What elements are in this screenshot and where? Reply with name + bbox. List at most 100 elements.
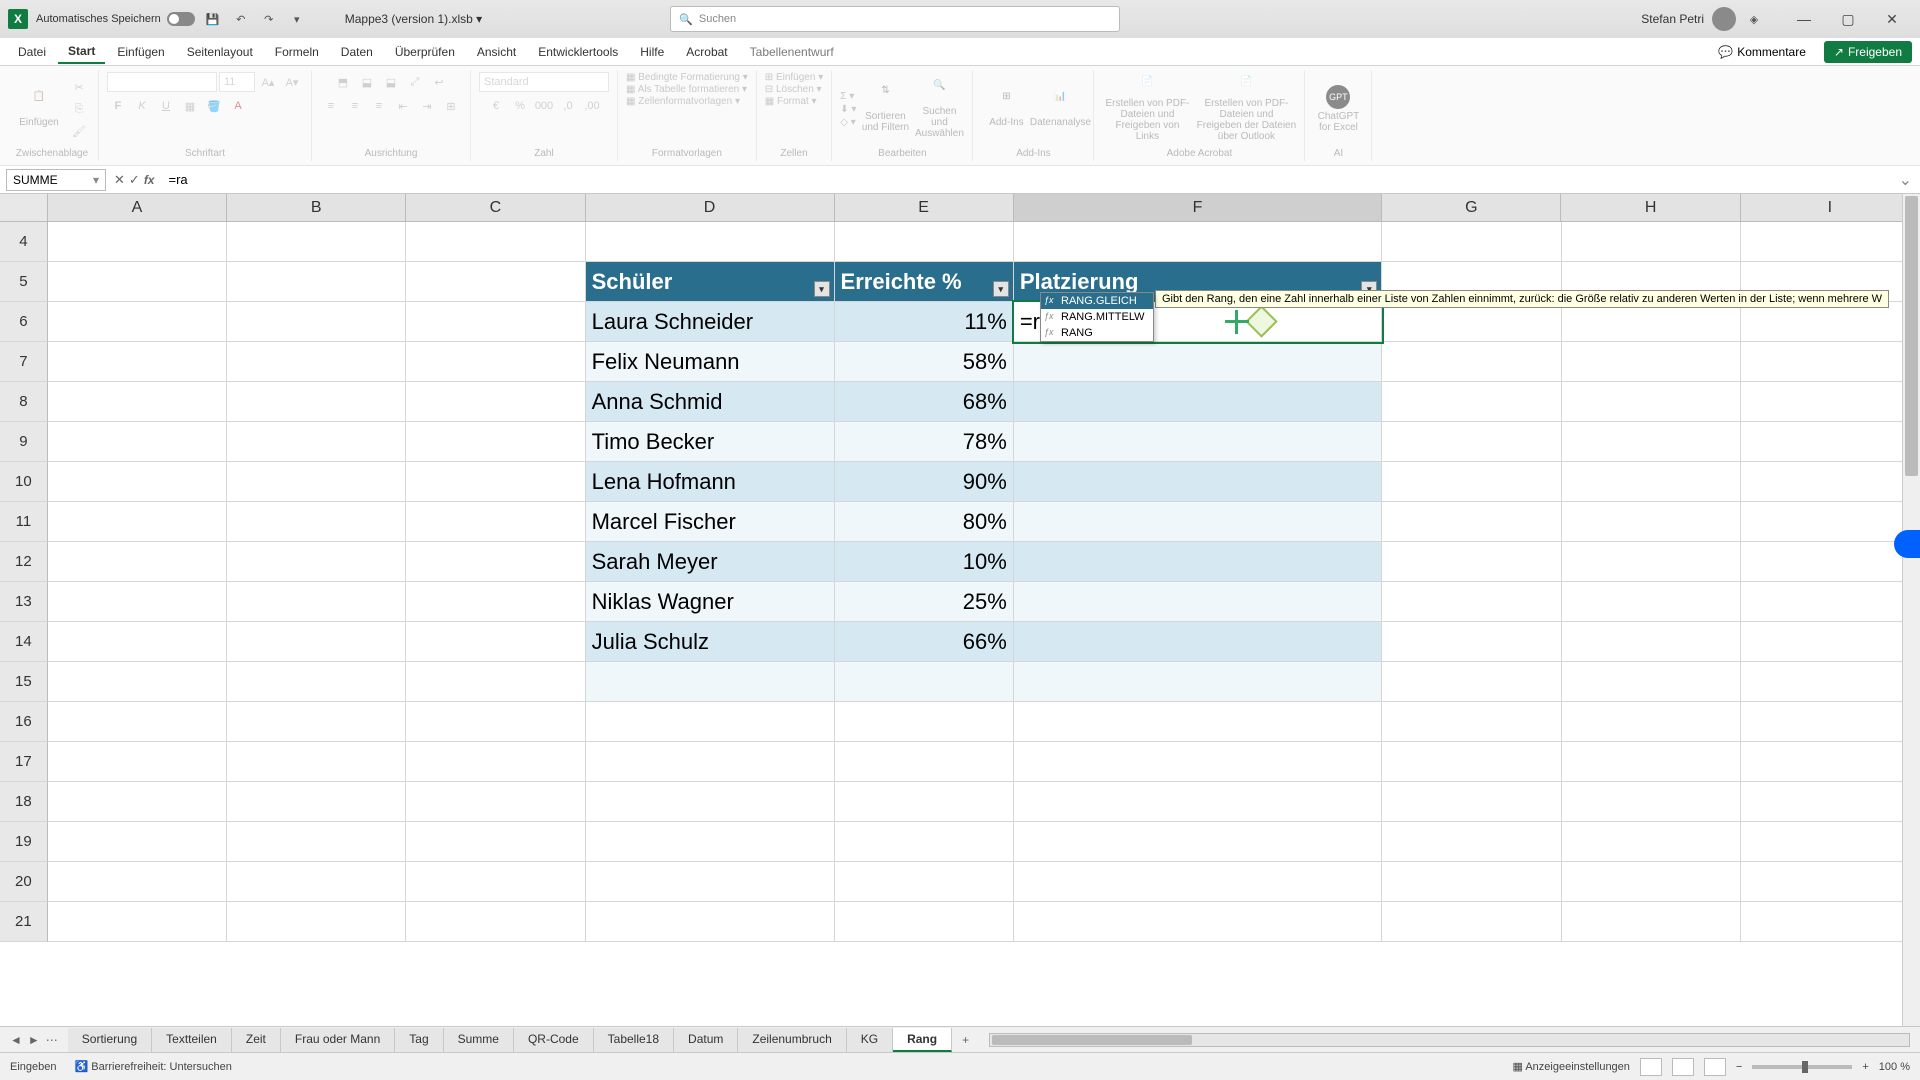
insert-cells-button[interactable]: ⊞ Einfügen ▾ — [765, 72, 823, 83]
sheet-tab[interactable]: KG — [847, 1028, 893, 1052]
display-settings-button[interactable]: ▦ Anzeigeeinstellungen — [1512, 1060, 1629, 1073]
cell-C20[interactable] — [406, 862, 585, 902]
cell-I20[interactable] — [1741, 862, 1920, 902]
row-header[interactable]: 11 — [0, 502, 48, 542]
bold-icon[interactable]: F — [107, 96, 129, 116]
formula-expand-icon[interactable]: ⌄ — [1891, 170, 1920, 190]
underline-icon[interactable]: U — [155, 96, 177, 116]
vertical-scrollbar[interactable] — [1902, 194, 1920, 1026]
indent-inc-icon[interactable]: ⇥ — [416, 96, 438, 116]
thousands-icon[interactable]: 000 — [533, 96, 555, 116]
cell-I10[interactable] — [1741, 462, 1920, 502]
cell-E20[interactable] — [835, 862, 1014, 902]
cell-A5[interactable] — [48, 262, 227, 302]
cell-C15[interactable] — [406, 662, 585, 702]
cancel-formula-icon[interactable]: ✕ — [114, 172, 125, 188]
cell-E19[interactable] — [835, 822, 1014, 862]
conditional-format-button[interactable]: ▦ Bedingte Formatierung ▾ — [626, 72, 748, 83]
cell-I4[interactable] — [1741, 222, 1920, 262]
col-header-H[interactable]: H — [1561, 194, 1740, 221]
fx-icon[interactable]: fx — [144, 173, 155, 187]
cell-B13[interactable] — [227, 582, 406, 622]
orientation-icon[interactable]: ⤢ — [404, 72, 426, 92]
copy-icon[interactable]: ⎘ — [68, 99, 90, 119]
cell-I17[interactable] — [1741, 742, 1920, 782]
cell-D18[interactable] — [586, 782, 835, 822]
cell-G6[interactable] — [1382, 302, 1561, 342]
cell-B12[interactable] — [227, 542, 406, 582]
delete-cells-button[interactable]: ⊟ Löschen ▾ — [765, 84, 822, 95]
tab-ansicht[interactable]: Ansicht — [467, 41, 526, 63]
sheet-tab[interactable]: Textteilen — [152, 1028, 232, 1052]
cell-C14[interactable] — [406, 622, 585, 662]
indent-dec-icon[interactable]: ⇤ — [392, 96, 414, 116]
cell-E9[interactable]: 78% — [835, 422, 1014, 462]
cell-D7[interactable]: Felix Neumann — [586, 342, 835, 382]
cell-A15[interactable] — [48, 662, 227, 702]
view-normal-icon[interactable] — [1640, 1058, 1662, 1076]
cell-E8[interactable]: 68% — [835, 382, 1014, 422]
cell-B16[interactable] — [227, 702, 406, 742]
font-name-input[interactable] — [107, 72, 217, 92]
cell-G20[interactable] — [1382, 862, 1561, 902]
align-right-icon[interactable]: ≡ — [368, 96, 390, 116]
cell-H18[interactable] — [1562, 782, 1741, 822]
clear-icon[interactable]: ◇ ▾ — [840, 117, 856, 128]
horizontal-scrollbar[interactable] — [989, 1033, 1910, 1047]
cell-G19[interactable] — [1382, 822, 1561, 862]
cut-icon[interactable]: ✂ — [68, 77, 90, 97]
qat-dropdown-icon[interactable]: ▾ — [287, 9, 307, 29]
row-header[interactable]: 10 — [0, 462, 48, 502]
cell-B7[interactable] — [227, 342, 406, 382]
cell-B17[interactable] — [227, 742, 406, 782]
view-break-icon[interactable] — [1704, 1058, 1726, 1076]
cell-H19[interactable] — [1562, 822, 1741, 862]
tab-daten[interactable]: Daten — [331, 41, 383, 63]
cell-I9[interactable] — [1741, 422, 1920, 462]
redo-icon[interactable]: ↷ — [259, 9, 279, 29]
row-header[interactable]: 9 — [0, 422, 48, 462]
cell-G17[interactable] — [1382, 742, 1561, 782]
sheet-tab[interactable]: Summe — [444, 1028, 514, 1052]
col-header-B[interactable]: B — [227, 194, 406, 221]
row-header[interactable]: 20 — [0, 862, 48, 902]
col-header-C[interactable]: C — [406, 194, 585, 221]
cell-F12[interactable] — [1014, 542, 1382, 582]
cell-F14[interactable] — [1014, 622, 1382, 662]
cell-H20[interactable] — [1562, 862, 1741, 902]
paste-button[interactable]: 📋Einfügen — [14, 76, 64, 142]
tab-hilfe[interactable]: Hilfe — [630, 41, 674, 63]
cell-B21[interactable] — [227, 902, 406, 942]
sheet-tab[interactable]: Sortierung — [68, 1028, 152, 1052]
cell-F19[interactable] — [1014, 822, 1382, 862]
number-format-input[interactable] — [479, 72, 609, 92]
sheet-tab[interactable]: Frau oder Mann — [281, 1028, 395, 1052]
cell-I8[interactable] — [1741, 382, 1920, 422]
cell-A19[interactable] — [48, 822, 227, 862]
cell-I14[interactable] — [1741, 622, 1920, 662]
cell-C16[interactable] — [406, 702, 585, 742]
cell-D6[interactable]: Laura Schneider — [586, 302, 835, 342]
fill-color-icon[interactable]: 🪣 — [203, 96, 225, 116]
cell-C5[interactable] — [406, 262, 585, 302]
tab-seitenlayout[interactable]: Seitenlayout — [177, 41, 263, 63]
search-input[interactable]: 🔍 Suchen — [670, 6, 1120, 32]
cell-D15[interactable] — [586, 662, 835, 702]
cell-H9[interactable] — [1562, 422, 1741, 462]
tab-einfuegen[interactable]: Einfügen — [107, 41, 174, 63]
dec-inc-icon[interactable]: ,0 — [557, 96, 579, 116]
cell-H7[interactable] — [1562, 342, 1741, 382]
percent-icon[interactable]: % — [509, 96, 531, 116]
font-size-input[interactable] — [219, 72, 255, 92]
cell-H16[interactable] — [1562, 702, 1741, 742]
row-header[interactable]: 14 — [0, 622, 48, 662]
cell-G13[interactable] — [1382, 582, 1561, 622]
cell-A17[interactable] — [48, 742, 227, 782]
border-icon[interactable]: ▦ — [179, 96, 201, 116]
tab-ueberpruefen[interactable]: Überprüfen — [385, 41, 465, 63]
cell-E16[interactable] — [835, 702, 1014, 742]
cell-F7[interactable] — [1014, 342, 1382, 382]
status-accessibility[interactable]: ♿ Barrierefreiheit: Untersuchen — [75, 1060, 232, 1073]
name-box[interactable]: SUMME ▾ — [6, 169, 106, 191]
col-header-I[interactable]: I — [1741, 194, 1920, 221]
